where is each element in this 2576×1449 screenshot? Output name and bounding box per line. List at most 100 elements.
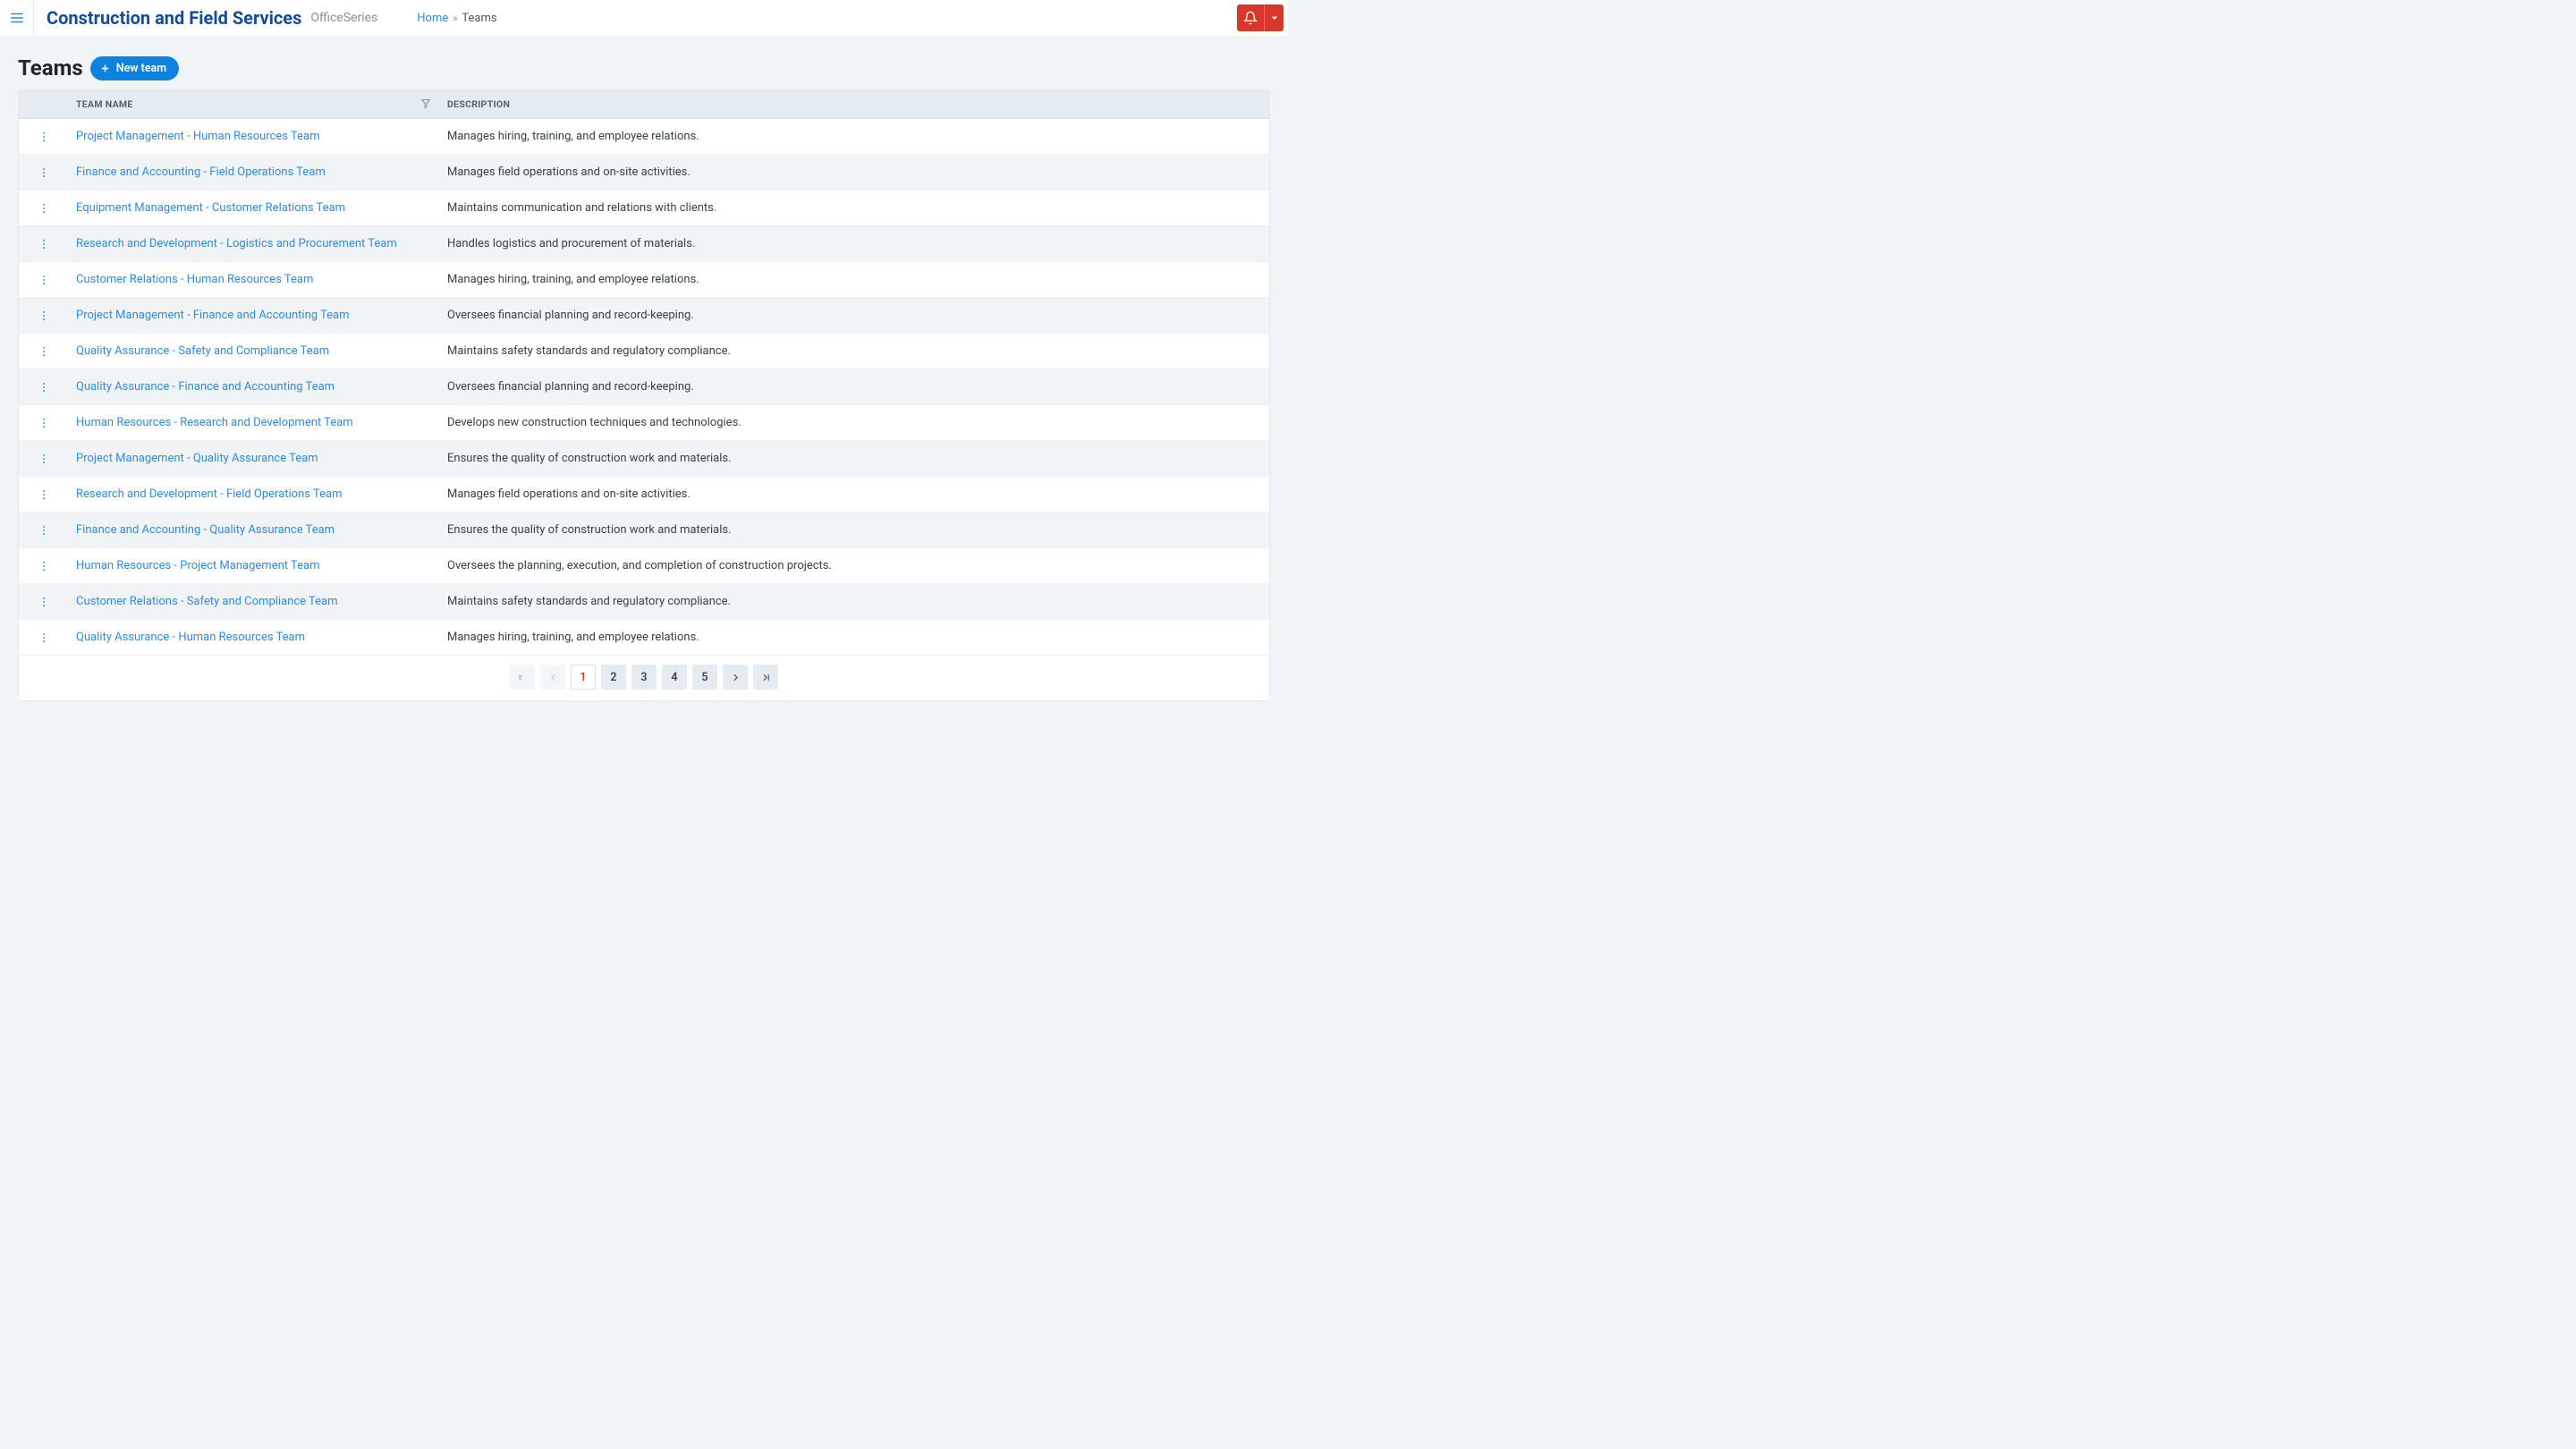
team-name-link[interactable]: Project Management - Quality Assurance T…	[76, 452, 318, 465]
topbar: Construction and Field Services OfficeSe…	[0, 0, 1288, 36]
row-actions-button[interactable]	[31, 232, 56, 257]
row-actions-button[interactable]	[31, 375, 56, 400]
team-description: Ensures the quality of construction work…	[440, 513, 1269, 548]
more-vertical-icon	[38, 417, 50, 429]
table-row: Equipment Management - Customer Relation…	[19, 191, 1269, 226]
row-actions-button[interactable]	[31, 589, 56, 614]
row-actions-button[interactable]	[31, 267, 56, 292]
pagination-page-4[interactable]: 4	[662, 665, 687, 690]
team-description: Manages field operations and on-site act…	[440, 477, 1269, 513]
more-vertical-icon	[38, 166, 50, 179]
pagination-next-button[interactable]	[723, 665, 748, 690]
topbar-right	[1237, 0, 1288, 36]
team-description: Manages hiring, training, and employee r…	[440, 620, 1269, 656]
row-actions-button[interactable]	[31, 625, 56, 650]
page-title: Teams	[18, 55, 83, 80]
pagination-last-button[interactable]	[753, 665, 778, 690]
app-subtitle: OfficeSeries	[310, 11, 377, 25]
more-vertical-icon	[38, 560, 50, 572]
row-actions-button[interactable]	[31, 124, 56, 149]
table-row: Quality Assurance - Human Resources Team…	[19, 620, 1269, 656]
team-name-link[interactable]: Finance and Accounting - Quality Assuran…	[76, 523, 335, 537]
more-vertical-icon	[38, 524, 50, 537]
filter-icon	[420, 97, 431, 108]
team-name-link[interactable]: Project Management - Finance and Account…	[76, 309, 350, 322]
page-header: Teams New team	[0, 36, 1288, 89]
notifications-button[interactable]	[1237, 4, 1264, 31]
table-row: Project Management - Human Resources Tea…	[19, 119, 1269, 155]
column-header-team-name[interactable]: Team Name	[69, 90, 440, 119]
team-description: Manages hiring, training, and employee r…	[440, 262, 1269, 298]
pagination-page-5[interactable]: 5	[692, 665, 717, 690]
table-row: Finance and Accounting - Field Operation…	[19, 155, 1269, 191]
team-description: Oversees financial planning and record-k…	[440, 298, 1269, 334]
table-row: Human Resources - Research and Developme…	[19, 405, 1269, 441]
row-actions-button[interactable]	[31, 160, 56, 185]
team-name-link[interactable]: Human Resources - Project Management Tea…	[76, 559, 319, 572]
plus-icon	[99, 63, 111, 74]
pagination-page-2[interactable]: 2	[601, 665, 626, 690]
more-vertical-icon	[38, 488, 50, 501]
team-description: Handles logistics and procurement of mat…	[440, 226, 1269, 262]
table-row: Customer Relations - Human Resources Tea…	[19, 262, 1269, 298]
team-name-link[interactable]: Research and Development - Logistics and…	[76, 237, 397, 250]
team-name-link[interactable]: Quality Assurance - Safety and Complianc…	[76, 344, 329, 358]
team-name-link[interactable]: Quality Assurance - Finance and Accounti…	[76, 380, 335, 394]
team-name-link[interactable]: Quality Assurance - Human Resources Team	[76, 631, 305, 644]
pagination-page-3[interactable]: 3	[631, 665, 657, 690]
row-actions-button[interactable]	[31, 196, 56, 221]
team-name-link[interactable]: Human Resources - Research and Developme…	[76, 416, 353, 429]
breadcrumb: Home » Teams	[417, 12, 496, 25]
team-name-link[interactable]: Research and Development - Field Operati…	[76, 487, 342, 501]
team-description: Develops new construction techniques and…	[440, 405, 1269, 441]
row-actions-button[interactable]	[31, 303, 56, 328]
table-row: Human Resources - Project Management Tea…	[19, 548, 1269, 584]
column-header-description[interactable]: Description	[440, 90, 1269, 119]
row-actions-button[interactable]	[31, 518, 56, 543]
table-row: Project Management - Finance and Account…	[19, 298, 1269, 334]
table-row: Quality Assurance - Safety and Complianc…	[19, 334, 1269, 369]
table-row: Customer Relations - Safety and Complian…	[19, 584, 1269, 620]
team-description: Manages hiring, training, and employee r…	[440, 119, 1269, 155]
chevron-last-icon	[760, 672, 772, 683]
app-title[interactable]: Construction and Field Services	[47, 7, 301, 29]
teams-table-container: Team Name Description Project Management…	[18, 89, 1270, 701]
row-actions-button[interactable]	[31, 339, 56, 364]
more-vertical-icon	[38, 596, 50, 608]
hamburger-menu-button[interactable]	[0, 0, 34, 36]
filter-team-name-button[interactable]	[420, 97, 431, 111]
team-description: Maintains safety standards and regulator…	[440, 334, 1269, 369]
table-row: Research and Development - Field Operati…	[19, 477, 1269, 513]
team-description: Maintains communication and relations wi…	[440, 191, 1269, 226]
hamburger-icon	[9, 10, 25, 26]
team-description: Oversees the planning, execution, and co…	[440, 548, 1269, 584]
row-actions-button[interactable]	[31, 554, 56, 579]
table-row: Quality Assurance - Finance and Accounti…	[19, 369, 1269, 405]
team-description: Manages field operations and on-site act…	[440, 155, 1269, 191]
pagination-first-button	[510, 665, 535, 690]
new-team-button-label: New team	[116, 62, 166, 75]
more-vertical-icon	[38, 381, 50, 394]
more-vertical-icon	[38, 453, 50, 465]
team-name-link[interactable]: Finance and Accounting - Field Operation…	[76, 165, 326, 179]
team-name-link[interactable]: Customer Relations - Safety and Complian…	[76, 595, 338, 608]
bell-icon	[1243, 11, 1258, 25]
new-team-button[interactable]: New team	[90, 56, 179, 80]
team-name-link[interactable]: Project Management - Human Resources Tea…	[76, 130, 319, 143]
team-name-link[interactable]: Equipment Management - Customer Relation…	[76, 201, 345, 215]
pagination-page-1[interactable]: 1	[571, 665, 596, 690]
chevron-left-icon	[547, 672, 559, 683]
team-description: Oversees financial planning and record-k…	[440, 369, 1269, 405]
teams-table: Team Name Description Project Management…	[19, 90, 1269, 656]
breadcrumb-home-link[interactable]: Home	[417, 12, 448, 25]
row-actions-button[interactable]	[31, 482, 56, 507]
team-description: Ensures the quality of construction work…	[440, 441, 1269, 477]
table-row: Finance and Accounting - Quality Assuran…	[19, 513, 1269, 548]
more-vertical-icon	[38, 345, 50, 358]
row-actions-button[interactable]	[31, 446, 56, 471]
team-name-link[interactable]: Customer Relations - Human Resources Tea…	[76, 273, 313, 286]
topbar-dropdown-button[interactable]	[1264, 4, 1284, 31]
column-header-actions	[19, 90, 69, 119]
more-vertical-icon	[38, 274, 50, 286]
row-actions-button[interactable]	[31, 411, 56, 436]
